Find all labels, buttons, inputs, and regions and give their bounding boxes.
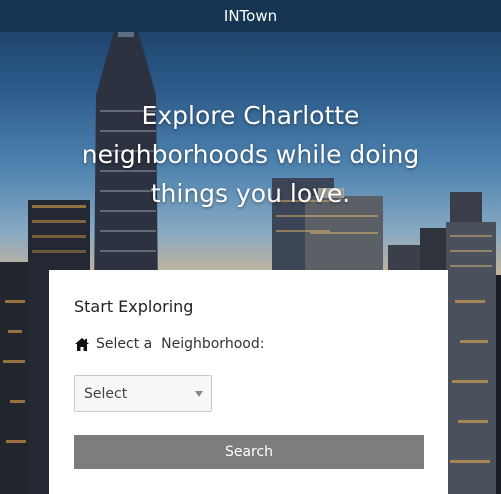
- app-title[interactable]: INTown: [224, 7, 277, 25]
- card-title: Start Exploring: [74, 297, 194, 316]
- headline-line-1: Explore Charlotte: [141, 101, 360, 130]
- hero-headline: Explore Charlotte neighborhoods while do…: [60, 96, 441, 213]
- neighborhood-label-row: Select a Neighborhood:: [74, 336, 264, 352]
- neighborhood-label: Select a Neighborhood:: [96, 336, 265, 352]
- search-card: Start Exploring Select a Neighborhood: S…: [49, 270, 448, 494]
- home-icon: [75, 337, 89, 351]
- headline-line-2: neighborhoods while doing: [81, 140, 420, 169]
- neighborhood-select-value: Select: [84, 385, 128, 402]
- neighborhood-select[interactable]: Select: [74, 375, 212, 412]
- search-button[interactable]: Search: [74, 435, 424, 469]
- top-navbar: INTown: [0, 0, 501, 32]
- chevron-down-icon: [195, 390, 203, 397]
- headline-line-3: things you love.: [150, 179, 351, 208]
